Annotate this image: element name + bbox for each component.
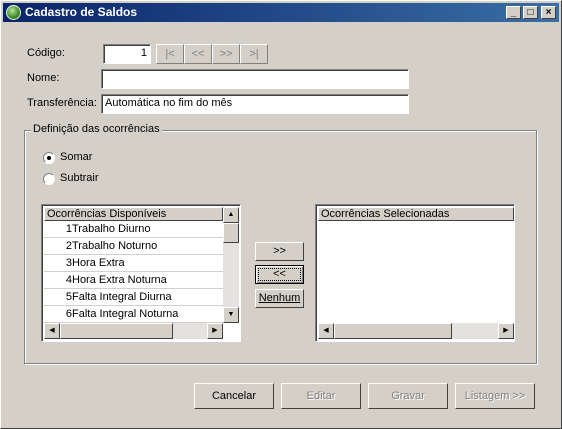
list-item[interactable]: 3Hora Extra bbox=[44, 255, 223, 272]
radio-subtrair[interactable] bbox=[43, 173, 55, 185]
item-number: 1 bbox=[65, 223, 72, 235]
list-item[interactable]: 4Hora Extra Noturna bbox=[44, 272, 223, 289]
remove-occurrence-button[interactable]: << bbox=[255, 265, 304, 284]
item-name: Hora Extra bbox=[72, 257, 125, 269]
item-name: Trabalho Diurno bbox=[72, 223, 151, 235]
add-occurrence-button[interactable]: >> bbox=[255, 242, 304, 261]
list-item[interactable]: 5Falta Integral Diurna bbox=[44, 289, 223, 306]
codigo-label: Código: bbox=[27, 47, 65, 59]
cancel-button-label: Cancelar bbox=[211, 390, 257, 402]
none-button-label: Nenhum bbox=[258, 292, 301, 304]
first-record-button[interactable]: |< bbox=[156, 44, 184, 64]
item-number: 3 bbox=[65, 257, 72, 269]
item-name: Hora Extra Noturna bbox=[72, 274, 167, 286]
item-number: 5 bbox=[65, 291, 72, 303]
item-number: 2 bbox=[65, 240, 72, 252]
arrow-left-icon[interactable]: ◀ bbox=[318, 323, 334, 339]
window-title: Cadastro de Saldos bbox=[25, 5, 138, 19]
nome-label: Nome: bbox=[27, 72, 60, 84]
selected-list-header[interactable]: Ocorrências Selecionadas bbox=[318, 207, 514, 221]
arrow-right-icon[interactable]: ▶ bbox=[207, 323, 223, 339]
maximize-button[interactable]: □ bbox=[523, 6, 538, 19]
list-item[interactable]: 6Falta Integral Noturna bbox=[44, 306, 223, 323]
item-number: 6 bbox=[65, 308, 72, 320]
last-record-button[interactable]: >| bbox=[240, 44, 268, 64]
horizontal-scroll-thumb[interactable] bbox=[60, 323, 173, 339]
cancel-button[interactable]: Cancelar bbox=[194, 383, 274, 409]
window: Cadastro de Saldos _ □ × Código: 1 |< <<… bbox=[0, 0, 562, 429]
none-button[interactable]: Nenhum bbox=[255, 289, 304, 308]
list-item[interactable]: 2Trabalho Noturno bbox=[44, 238, 223, 255]
selected-occurrences-list[interactable]: Ocorrências Selecionadas ◀ ▶ bbox=[315, 204, 515, 342]
available-occurrences-list[interactable]: Ocorrências Disponíveis 1Trabalho Diurno… bbox=[41, 204, 241, 342]
previous-record-button[interactable]: << bbox=[184, 44, 212, 64]
radio-somar[interactable] bbox=[43, 152, 55, 164]
item-name: Falta Integral Noturna bbox=[72, 308, 179, 320]
listing-button[interactable]: Listagem >> bbox=[455, 383, 535, 409]
arrow-down-icon[interactable]: ▼ bbox=[223, 307, 239, 323]
save-button[interactable]: Gravar bbox=[368, 383, 448, 409]
nome-field[interactable] bbox=[101, 69, 409, 89]
transferencia-field[interactable]: Automática no fim do mês bbox=[101, 94, 409, 114]
list-item[interactable]: 1Trabalho Diurno bbox=[44, 221, 223, 238]
arrow-right-icon[interactable]: ▶ bbox=[498, 323, 514, 339]
radio-somar-label[interactable]: Somar bbox=[60, 151, 92, 163]
radio-selected-dot bbox=[47, 156, 51, 160]
item-name: Falta Integral Diurna bbox=[72, 291, 172, 303]
transferencia-label: Transferência: bbox=[27, 97, 97, 109]
edit-button[interactable]: Editar bbox=[281, 383, 361, 409]
arrow-left-icon[interactable]: ◀ bbox=[44, 323, 60, 339]
vertical-scroll-thumb[interactable] bbox=[223, 223, 239, 243]
app-icon bbox=[6, 5, 21, 20]
available-list-header[interactable]: Ocorrências Disponíveis bbox=[44, 207, 223, 221]
group-title: Definição das ocorrências bbox=[31, 123, 162, 135]
arrow-up-icon[interactable]: ▲ bbox=[223, 207, 239, 223]
title-bar[interactable]: Cadastro de Saldos _ □ × bbox=[3, 3, 559, 22]
listing-button-label: Listagem >> bbox=[464, 390, 526, 402]
horizontal-scroll-thumb[interactable] bbox=[334, 323, 452, 339]
item-number: 4 bbox=[65, 274, 72, 286]
next-record-button[interactable]: >> bbox=[212, 44, 240, 64]
codigo-field[interactable]: 1 bbox=[103, 44, 151, 64]
edit-button-label: Editar bbox=[306, 390, 336, 402]
item-name: Trabalho Noturno bbox=[72, 240, 158, 252]
close-button[interactable]: × bbox=[541, 6, 556, 19]
save-button-label: Gravar bbox=[391, 390, 425, 402]
radio-subtrair-label[interactable]: Subtrair bbox=[60, 172, 99, 184]
minimize-button[interactable]: _ bbox=[506, 6, 521, 19]
